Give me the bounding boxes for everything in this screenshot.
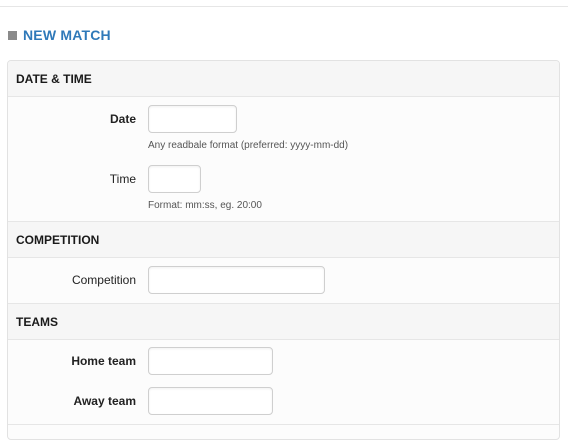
page-title: NEW MATCH	[23, 27, 111, 43]
section-header-date-time: DATE & TIME	[8, 61, 559, 97]
date-label: Date	[109, 112, 136, 126]
square-bullet-icon	[8, 30, 17, 40]
away-team-input[interactable]	[148, 387, 273, 415]
date-help-text: Any readbale format (preferred: yyyy-mm-…	[148, 140, 349, 151]
top-rule	[0, 6, 568, 7]
section-title-competition: COMPETITION	[16, 232, 100, 247]
section-title-date-time: DATE & TIME	[16, 71, 92, 86]
time-label: Time	[109, 172, 136, 186]
date-input[interactable]	[148, 105, 237, 133]
home-team-label: Home team	[71, 354, 136, 368]
time-input[interactable]	[148, 165, 201, 193]
away-team-label: Away team	[73, 394, 136, 408]
page-header: NEW MATCH	[8, 26, 111, 44]
time-help-text: Format: mm:ss, eg. 20:00	[148, 200, 262, 211]
home-team-input[interactable]	[148, 347, 273, 375]
section-header-competition: COMPETITION	[8, 222, 559, 258]
section-title-teams: TEAMS	[16, 314, 58, 329]
section-divider	[8, 424, 559, 425]
competition-input[interactable]	[148, 266, 325, 294]
competition-label: Competition	[71, 273, 136, 287]
new-match-form: DATE & TIME Date Any readbale format (pr…	[7, 60, 560, 440]
section-header-teams: TEAMS	[8, 304, 559, 340]
